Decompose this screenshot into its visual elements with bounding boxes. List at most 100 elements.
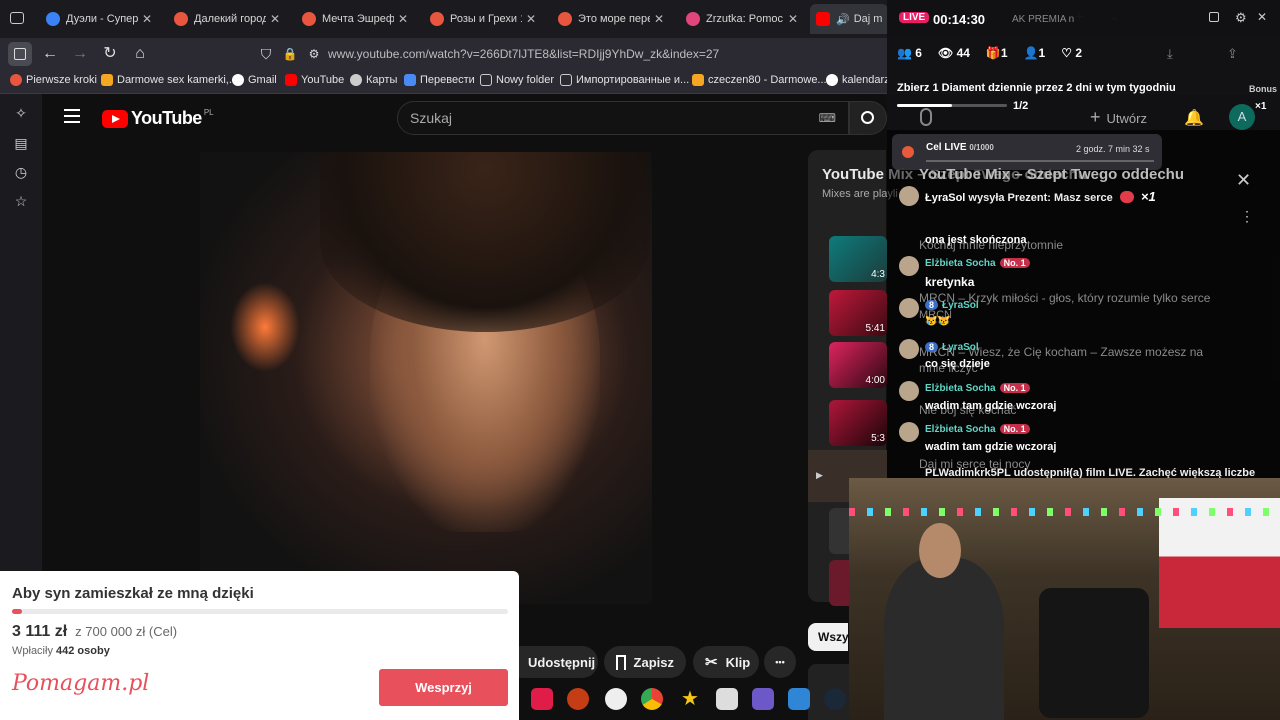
close-tab-icon[interactable]: ✕ — [142, 12, 152, 26]
bookmark-item[interactable]: Pierwsze kroki — [10, 74, 97, 86]
gift-icon: 🎁 — [985, 46, 1001, 60]
home-icon[interactable]: ⌂ — [130, 44, 150, 64]
sparkle-icon[interactable]: ✧ — [12, 105, 30, 123]
premia-label: AK PREMIA n — [1012, 14, 1075, 25]
bookmark-item[interactable]: Darmowe sex kamerki,... — [101, 74, 238, 86]
playlist-thumbnail[interactable]: 4:00 — [829, 342, 887, 388]
chrome-icon[interactable] — [641, 688, 663, 710]
mic-icon[interactable] — [920, 108, 932, 126]
history-icon[interactable]: ◷ — [12, 164, 30, 182]
media-app-icon[interactable] — [752, 688, 774, 710]
bookmark-item[interactable]: Перевести — [404, 74, 475, 86]
filter-chip[interactable]: Wszys — [808, 623, 848, 651]
save-button[interactable]: Zapisz — [604, 646, 686, 678]
avatar[interactable] — [899, 186, 919, 206]
support-button[interactable]: Wesprzyj — [379, 669, 508, 706]
close-overlay-icon[interactable]: ✕ — [1257, 10, 1267, 24]
reload-icon[interactable]: ↻ — [100, 44, 120, 64]
pomagam-logo[interactable]: Pomagam.pl — [12, 671, 149, 696]
tab-4[interactable]: Это море переполо✕ — [552, 4, 670, 34]
permissions-icon[interactable]: ⚙ — [304, 44, 324, 64]
download-icon[interactable]: ⤓ — [1167, 46, 1173, 62]
bookmark-item[interactable]: Карты — [350, 74, 397, 86]
lock-icon[interactable]: 🔒 — [280, 44, 300, 64]
share-button[interactable]: Udostępnij — [506, 646, 598, 678]
panel-menu-icon[interactable]: ⋮ — [1240, 208, 1254, 225]
synced-tabs-icon[interactable]: ▤ — [12, 135, 30, 153]
scissors-icon: ✂ — [705, 654, 718, 671]
menu-icon[interactable] — [64, 109, 80, 123]
stream-overlay-header: LIVE 00:14:30 AK PREMIA n ⚙ ✕ 👥 6 👁 44 🎁… — [887, 0, 1280, 130]
video-player[interactable] — [200, 152, 652, 604]
account-avatar[interactable]: A — [1229, 104, 1255, 130]
chat-username[interactable]: Elżbieta Socha No. 1 — [925, 383, 1030, 394]
avatar[interactable] — [899, 256, 919, 276]
search-icon — [861, 111, 874, 124]
settings-icon[interactable]: ⚙ — [1235, 10, 1247, 26]
url-bar[interactable]: www.youtube.com/watch?v=266Dt7lJTE8&list… — [328, 42, 968, 66]
tab-1[interactable]: Далекий город 45✕ — [168, 4, 286, 34]
avatar[interactable] — [899, 298, 919, 318]
playlist-thumbnail[interactable]: 4:3 — [829, 236, 887, 282]
close-tab-icon[interactable]: ✕ — [270, 12, 280, 26]
bookmark-item[interactable]: Nowy folder — [480, 74, 554, 86]
close-panel-icon[interactable]: ✕ — [1236, 170, 1251, 191]
steam-icon[interactable] — [824, 688, 846, 710]
speaker-icon[interactable]: 🔊 — [836, 13, 850, 26]
bookmark-item[interactable]: Импортированные и... — [560, 74, 689, 86]
bookmark-item[interactable]: YouTube — [285, 74, 344, 86]
tab-6[interactable]: 🔊Daj mi ser — [810, 4, 888, 34]
tab-3[interactable]: Розы и Грехи 12 с✕ — [424, 4, 542, 34]
tab-5[interactable]: Zrzutka: Pomoc ko✕ — [680, 4, 804, 34]
webcam-person — [884, 558, 1004, 720]
goal-gift-icon — [902, 146, 914, 158]
chat-username[interactable]: 8 ŁyraSol — [925, 342, 979, 353]
bookmark-item[interactable]: Gmail — [232, 74, 277, 86]
sidebar-toggle-icon[interactable] — [8, 42, 32, 66]
avatar[interactable] — [899, 339, 919, 359]
user-add-icon: 👤 — [1023, 46, 1039, 60]
tab-favicon-icon — [174, 12, 188, 26]
search-input[interactable]: Szukaj ⌨ — [397, 101, 849, 135]
playlist-thumbnail[interactable]: 5:3 — [829, 400, 887, 446]
tiktok-icon[interactable] — [531, 688, 553, 710]
bookmark-item[interactable]: czeczen80 - Darmowe... — [692, 74, 827, 86]
close-tab-icon[interactable]: ✕ — [526, 12, 536, 26]
youtube-logo[interactable]: YouTube PL — [102, 108, 214, 129]
create-button[interactable]: + Utwórz — [1090, 104, 1147, 130]
video-frame-bokeh — [230, 282, 300, 372]
url-text: www.youtube.com/watch?v=266Dt7lJTE8&list… — [328, 47, 720, 61]
chat-username[interactable]: Elżbieta Socha No. 1 — [925, 258, 1030, 269]
clip-button[interactable]: ✂ Klip — [693, 646, 759, 678]
lock-icon[interactable] — [1209, 12, 1219, 22]
bookmark-star-icon[interactable]: ☆ — [12, 193, 30, 211]
star-app-icon[interactable]: ★ — [679, 688, 701, 710]
app-v-icon[interactable] — [605, 688, 627, 710]
back-icon[interactable]: ← — [40, 44, 60, 64]
graduation-app-icon[interactable] — [716, 688, 738, 710]
keyboard-icon[interactable]: ⌨ — [819, 102, 836, 134]
close-tab-icon[interactable]: ✕ — [654, 12, 664, 26]
bookmark-item[interactable]: kalendarz — [826, 74, 890, 86]
playlist-ghost-title: YouTube Mix – Szept Twego oddechu — [919, 166, 1185, 183]
avatar[interactable] — [899, 422, 919, 442]
notifications-icon[interactable]: 🔔 — [1184, 108, 1204, 128]
chat-username[interactable]: Elżbieta Socha No. 1 — [925, 424, 1030, 435]
app-r-icon[interactable] — [567, 688, 589, 710]
donation-progress-fill — [12, 609, 22, 614]
share-overlay-icon[interactable]: ⇪ — [1227, 46, 1238, 62]
tab-0[interactable]: Дуэли - Суперзвезда✕ — [40, 4, 158, 34]
close-tab-icon[interactable]: ✕ — [788, 12, 798, 26]
tab-overview-icon[interactable] — [10, 12, 24, 24]
close-tab-icon[interactable]: ✕ — [398, 12, 408, 26]
playlist-thumbnail[interactable]: 5:41 — [829, 290, 887, 336]
chat-username[interactable]: 8 ŁyraSol — [925, 300, 979, 311]
forward-icon[interactable]: → — [70, 44, 90, 64]
search-button[interactable] — [849, 101, 887, 135]
more-actions-button[interactable]: ••• — [764, 646, 796, 678]
shield-icon[interactable]: ⛉ — [256, 44, 276, 64]
avatar[interactable] — [899, 381, 919, 401]
webcam-feed — [849, 478, 1280, 720]
tab-2[interactable]: Мечта Эшрефа 28✕ — [296, 4, 414, 34]
photos-app-icon[interactable] — [788, 688, 810, 710]
